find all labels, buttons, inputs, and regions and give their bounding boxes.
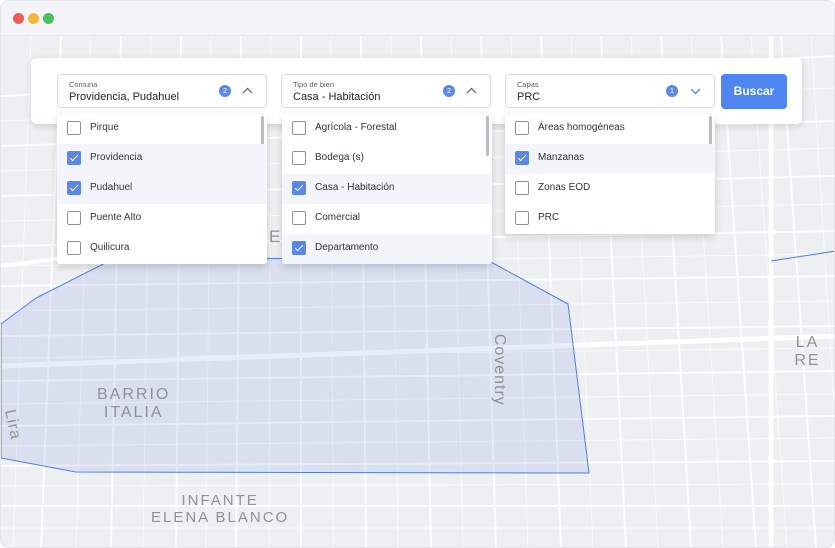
option-label: Puente Alto [90, 212, 142, 223]
tipo-option[interactable]: Agrícola - Forestal [282, 114, 492, 144]
buscar-button[interactable]: Buscar [721, 74, 787, 109]
maximize-window-button[interactable] [43, 13, 54, 24]
capas-label: Capas [517, 80, 539, 89]
option-label: Providencia [90, 152, 143, 163]
capas-select[interactable]: Capas PRC 1 [505, 74, 715, 108]
checkbox-checked[interactable] [67, 151, 81, 165]
capas-option[interactable]: Zonas EOD [505, 174, 715, 204]
option-label: Áreas homogéneas [538, 122, 625, 133]
checkbox-checked[interactable] [292, 241, 306, 255]
tipo-label: Tipo de bien [293, 80, 335, 89]
capas-option[interactable]: Manzanas [505, 144, 715, 174]
map-label-la-re: LA RE [794, 334, 821, 369]
map-label-coventry: Coventry [490, 333, 508, 406]
checkbox[interactable] [515, 181, 529, 195]
checkbox[interactable] [67, 241, 81, 255]
close-window-button[interactable] [13, 13, 24, 24]
map-label-barrio-italia: BARRIO ITALIA [97, 386, 171, 421]
title-bar [1, 1, 834, 36]
minimize-window-button[interactable] [28, 13, 39, 24]
checkbox[interactable] [515, 121, 529, 135]
option-label: Zonas EOD [538, 182, 591, 193]
checkbox[interactable] [67, 121, 81, 135]
checkbox[interactable] [515, 211, 529, 225]
option-label: Casa - Habitación [315, 182, 395, 193]
tipo-option[interactable]: Departamento [282, 234, 492, 264]
checkbox[interactable] [292, 121, 306, 135]
comuna-option[interactable]: Quilicura [57, 234, 267, 264]
comuna-option[interactable]: Providencia [57, 144, 267, 174]
option-label: Pudahuel [90, 182, 133, 193]
comuna-label: Comuna [69, 80, 98, 89]
tipo-count-badge: 2 [443, 85, 455, 97]
chevron-up-icon[interactable] [242, 87, 253, 95]
tipo-option[interactable]: Casa - Habitación [282, 174, 492, 204]
browser-window: E BARRIO ITALIA Lira Coventry INFANTE EL… [0, 0, 835, 548]
capas-option[interactable]: Áreas homogéneas [505, 114, 715, 144]
map-label-e: E [269, 227, 283, 246]
option-label: Departamento [315, 242, 379, 253]
option-label: PRC [538, 212, 560, 223]
option-label: Manzanas [538, 152, 585, 163]
option-label: Quilicura [90, 242, 130, 253]
tipo-option[interactable]: Bodega (s) [282, 144, 492, 174]
checkbox-checked[interactable] [292, 181, 306, 195]
chevron-down-icon[interactable] [690, 87, 701, 95]
map-label-infante: INFANTE ELENA BLANCO [151, 492, 290, 526]
checkbox-checked[interactable] [67, 181, 81, 195]
chevron-up-icon[interactable] [466, 87, 477, 95]
capas-count-badge: 1 [666, 85, 678, 97]
option-label: Pirque [90, 122, 119, 133]
tipo-de-bien-select[interactable]: Tipo de bien Casa - Habitación 2 [281, 74, 491, 108]
checkbox-checked[interactable] [515, 151, 529, 165]
comuna-option[interactable]: Puente Alto [57, 204, 267, 234]
comuna-dropdown: Pirque Providencia Pudahuel Puente Alto Quil… [57, 114, 267, 264]
option-label: Agrícola - Forestal [315, 122, 397, 133]
checkbox[interactable] [292, 151, 306, 165]
tipo-dropdown: Agrícola - Forestal Bodega (s) Casa - Habi… [282, 114, 492, 264]
capas-option[interactable]: PRC [505, 204, 715, 234]
comuna-option[interactable]: Pirque [57, 114, 267, 144]
option-label: Bodega (s) [315, 152, 364, 163]
capas-value: PRC [517, 91, 541, 103]
checkbox[interactable] [67, 211, 81, 225]
tipo-option[interactable]: Comercial [282, 204, 492, 234]
checkbox[interactable] [292, 211, 306, 225]
tipo-value: Casa - Habitación [293, 91, 381, 103]
comuna-option[interactable]: Pudahuel [57, 174, 267, 204]
option-label: Comercial [315, 212, 361, 223]
comuna-count-badge: 2 [219, 85, 231, 97]
comuna-value: Providencia, Pudahuel [69, 91, 180, 103]
capas-dropdown: Áreas homogéneas Manzanas Zonas EOD PRC [505, 114, 715, 234]
comuna-select[interactable]: Comuna Providencia, Pudahuel 2 [57, 74, 267, 108]
